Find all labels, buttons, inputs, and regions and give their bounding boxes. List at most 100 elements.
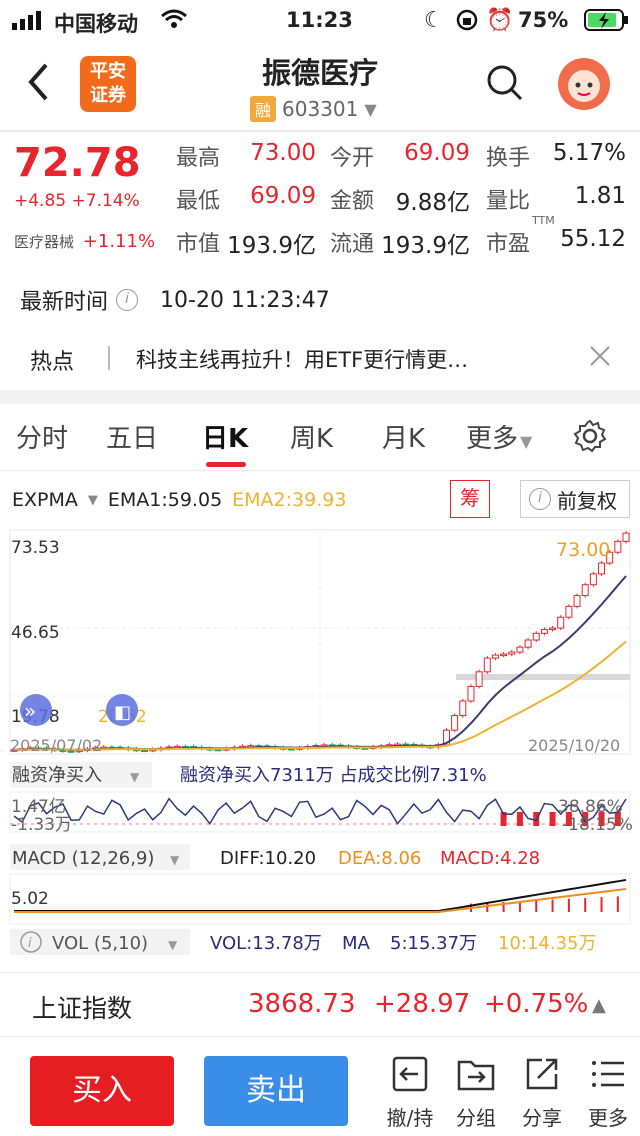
dea-line	[14, 888, 627, 913]
vol-ma5: 5:15.37万	[390, 933, 477, 954]
diff-line	[14, 878, 627, 912]
draw-tool-glyph: ◧	[114, 702, 131, 723]
more-button[interactable]: 更多	[578, 1054, 638, 1131]
caret-down-icon: ▼	[520, 432, 533, 451]
candle	[491, 654, 499, 659]
margin-ratio-line	[13, 797, 627, 826]
fast-forward-glyph: »	[24, 699, 36, 723]
candle	[565, 605, 573, 618]
margin-right-bottom: -18.15%	[562, 815, 633, 835]
carrier-label: 中国移动	[54, 12, 138, 36]
update-time-row: 最新时间 i 10-20 11:23:47	[20, 284, 330, 316]
alarm-icon: ⏰	[486, 8, 514, 33]
vol-title[interactable]: VOL (5,10)	[52, 933, 148, 954]
gear-icon[interactable]	[572, 418, 608, 458]
tab-more[interactable]: 更多 ▼	[466, 418, 532, 455]
macd-title[interactable]: MACD (12,26,9)	[12, 848, 154, 869]
index-value: 3868.73	[248, 989, 356, 1019]
index-ticker[interactable]: 上证指数 3868.73 +28.97 +0.75% ▲	[0, 973, 640, 1035]
quote-value: 5.17%	[552, 140, 626, 166]
cancel-order-icon	[392, 1056, 428, 1092]
signal-icon	[12, 10, 48, 35]
group-button[interactable]: 分组	[446, 1054, 506, 1131]
info-icon: i	[529, 488, 551, 510]
y-tick-mid: 46.65	[11, 623, 60, 643]
margin-y-bottom: -1.33万	[11, 815, 72, 835]
tab-intraday[interactable]: 分时	[16, 418, 68, 455]
assistant-avatar-icon[interactable]	[558, 58, 610, 114]
quote-value: 1.81	[574, 183, 626, 209]
kline-chart[interactable]: 73.53 46.65 19.78 20.62 73.00 » ◧ 2025/0…	[0, 526, 640, 956]
section-gap	[0, 390, 640, 404]
expand-up-icon[interactable]: ▲	[592, 995, 606, 1016]
candle	[598, 562, 606, 575]
chevron-down-icon: ▼	[168, 938, 178, 952]
candle	[451, 715, 459, 731]
candle	[589, 573, 597, 586]
hot-banner[interactable]: 热点 科技主线再拉升！用ETF更行情更…	[0, 328, 640, 388]
candle	[573, 595, 581, 607]
info-icon[interactable]: i	[116, 289, 139, 311]
ema2-value: EMA2:39.93	[232, 489, 347, 511]
margin-summary: 融资净买入7311万 占成交比例7.31%	[180, 765, 487, 786]
macd-bar	[600, 897, 603, 912]
update-label: 最新时间	[20, 290, 109, 315]
candle	[581, 584, 589, 597]
tab-daily-k[interactable]: 日K	[202, 418, 248, 455]
sell-button[interactable]: 卖出	[204, 1056, 348, 1126]
candle	[549, 627, 557, 631]
candle	[459, 700, 467, 717]
change-amount: +4.85	[14, 191, 67, 211]
candle	[557, 616, 565, 629]
macd-bar	[551, 899, 554, 912]
quote-label: 市盈	[486, 232, 531, 257]
active-tab-indicator	[206, 462, 246, 467]
quote-value: 69.09	[250, 183, 316, 209]
info-glyph: i	[28, 936, 32, 951]
sector-percent: +1.11%	[82, 231, 156, 252]
vol-ma10: 10:14.35万	[498, 933, 597, 954]
adjust-button[interactable]: i 前复权	[520, 480, 630, 518]
sector-info[interactable]: 医疗器械 +1.11%	[14, 231, 155, 252]
tab-five-day[interactable]: 五日	[106, 418, 158, 455]
battery-icon	[584, 9, 630, 36]
candle	[540, 628, 548, 634]
divider	[0, 1036, 640, 1037]
candle	[500, 653, 508, 657]
clock: 11:23	[286, 8, 353, 32]
tab-monthly-k[interactable]: 月K	[382, 418, 425, 455]
buy-button[interactable]: 买入	[30, 1056, 174, 1126]
separator	[108, 346, 110, 370]
stock-code-row[interactable]: 融 603301 ▼	[250, 96, 377, 122]
candle	[516, 646, 524, 653]
close-icon[interactable]	[588, 344, 612, 372]
x-end-date: 2025/10/20	[528, 736, 620, 755]
stock-code: 603301	[282, 97, 359, 121]
share-button[interactable]: 分享	[512, 1054, 572, 1131]
candle	[524, 639, 532, 648]
macd-diff: DIFF:10.20	[220, 848, 316, 869]
more-label: 更多	[588, 1106, 628, 1130]
tab-weekly-k[interactable]: 周K	[290, 418, 333, 455]
candle	[614, 540, 622, 553]
expma-legend[interactable]: EXPMA ▼ EMA1:59.05 EMA2:39.93	[12, 489, 346, 511]
cancel-hold-button[interactable]: 撤/持	[380, 1054, 440, 1131]
vol-ma-label: MA	[342, 933, 371, 954]
candle	[467, 685, 475, 702]
ema1-value: EMA1:59.05	[107, 489, 223, 511]
stock-title: 振德医疗	[261, 56, 378, 90]
margin-title[interactable]: 融资净买入	[12, 765, 102, 786]
menu-icon	[592, 1061, 624, 1087]
search-icon[interactable]	[486, 64, 524, 106]
quote-label: 今开	[330, 146, 375, 171]
high-label: 73.00	[556, 539, 610, 561]
hot-label: 热点	[30, 350, 75, 375]
quote-label: 流通	[330, 232, 375, 257]
quote-label: 最高	[176, 146, 221, 171]
adjust-label: 前复权	[557, 488, 617, 513]
divider	[0, 130, 640, 132]
macd-dea: DEA:8.06	[338, 848, 421, 869]
hot-text: 科技主线再拉升！用ETF更行情更…	[136, 348, 469, 372]
chip-button[interactable]: 筹	[450, 480, 490, 518]
quote-value: 193.9亿	[227, 233, 316, 259]
